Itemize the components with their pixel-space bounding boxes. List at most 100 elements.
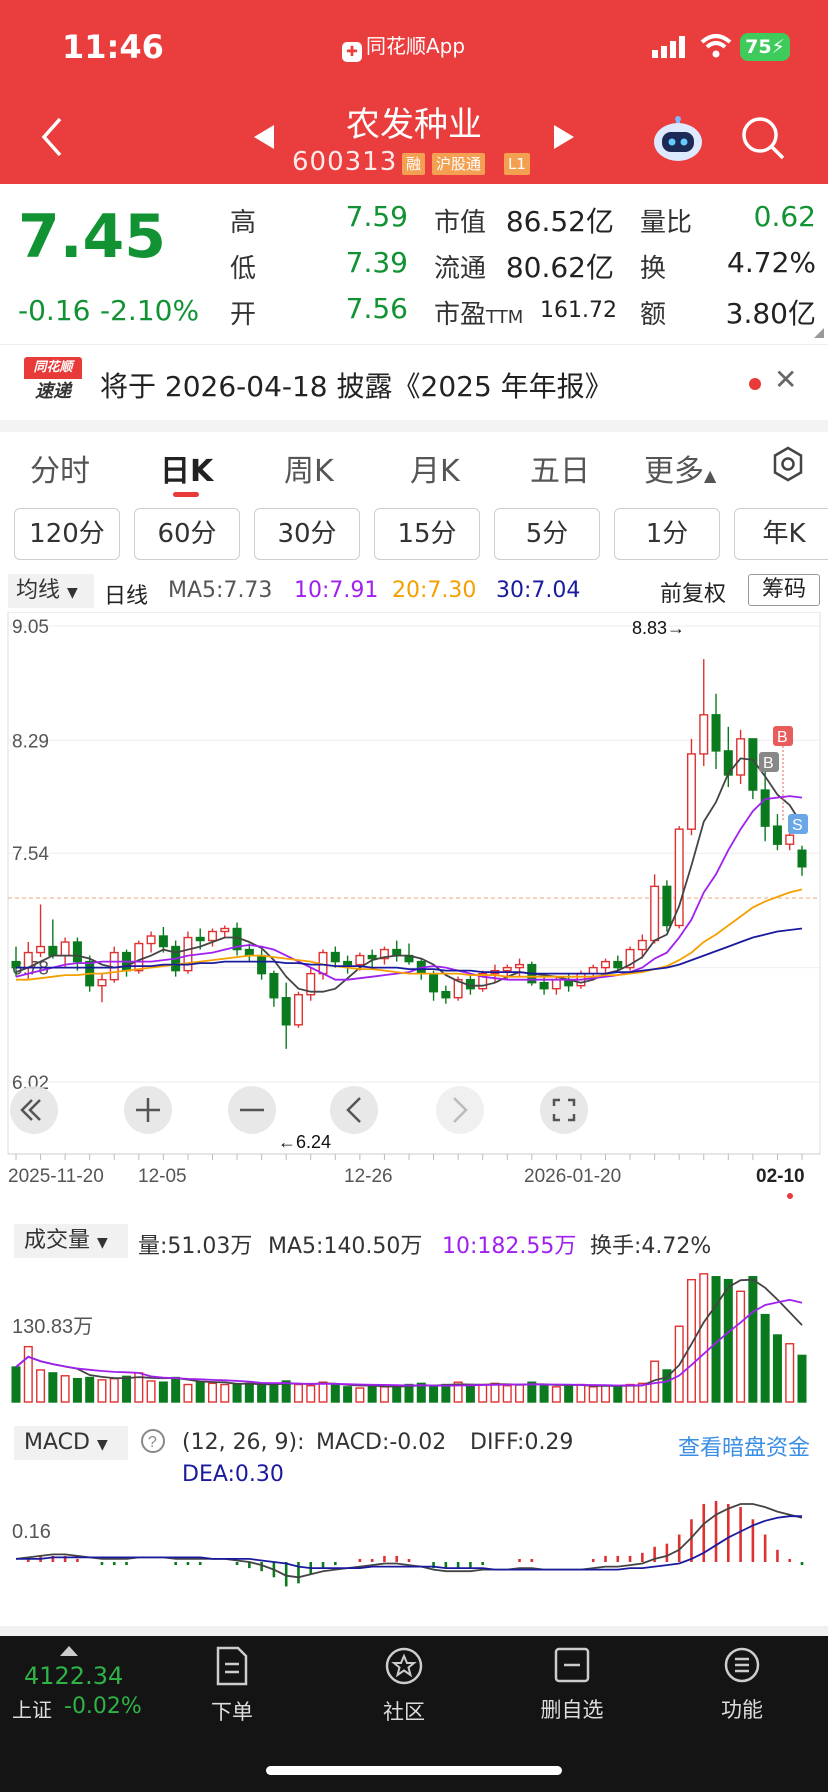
- tab-more[interactable]: 更多▲: [644, 446, 716, 490]
- pe-value: 161.72: [540, 298, 617, 323]
- dark-pool-link[interactable]: 查看暗盘资金: [678, 1430, 810, 1462]
- candle-body: [392, 948, 402, 957]
- price-tick-label: 8.29: [12, 731, 49, 752]
- candle-body: [355, 954, 365, 966]
- tab-weekly-k[interactable]: 周K: [284, 446, 334, 490]
- price-tick-label: 9.05: [12, 617, 49, 638]
- expand-index-icon[interactable]: [60, 1646, 78, 1656]
- app-indicator: ✚ 同花顺App: [342, 30, 465, 62]
- macd-params: (12, 26, 9):: [182, 1430, 305, 1455]
- volume-bar: [490, 1382, 500, 1403]
- volume-chart: 130.83万: [11, 1273, 807, 1403]
- ma10-value: 10:7.91: [294, 578, 379, 603]
- adjust-mode[interactable]: 前复权: [660, 576, 726, 608]
- volume-bar: [207, 1382, 218, 1403]
- volume-bar: [306, 1384, 316, 1403]
- candle-body: [220, 927, 230, 933]
- community-button[interactable]: 社区: [344, 1646, 464, 1726]
- amount-label: 额: [640, 300, 667, 330]
- candle-body: [772, 825, 782, 845]
- status-bar: 11:46 ✚ 同花顺App 75⚡: [0, 0, 828, 95]
- scroll-right-button[interactable]: [436, 1086, 484, 1134]
- turnover-label: 换: [640, 254, 667, 284]
- close-icon[interactable]: ✕: [774, 363, 797, 396]
- zoom-in-button[interactable]: [124, 1086, 172, 1134]
- volume-bar: [502, 1384, 512, 1403]
- volume-bar: [797, 1354, 807, 1403]
- chips-button[interactable]: 筹码: [748, 574, 820, 606]
- interval-30m-button[interactable]: 30分: [254, 508, 360, 560]
- date-tick-label: 02-10: [756, 1166, 805, 1187]
- remove-watchlist-button[interactable]: 删自选: [512, 1646, 632, 1724]
- battery-level: 75: [745, 36, 772, 58]
- interval-yearly-button[interactable]: 年K: [734, 508, 828, 560]
- volume-bar: [158, 1381, 168, 1403]
- index-value[interactable]: 4122.34: [24, 1662, 123, 1690]
- volume-bar: [257, 1384, 267, 1403]
- volume-bar: [23, 1345, 33, 1403]
- dropdown-icon: ▼: [96, 1437, 108, 1453]
- volume-bar: [171, 1376, 181, 1403]
- logo-bottom-text: 速递: [35, 381, 71, 402]
- interval-120m-button[interactable]: 120分: [14, 508, 120, 560]
- date-tick-label: 12-05: [138, 1166, 187, 1187]
- candle-body: [539, 981, 549, 990]
- back-icon[interactable]: [40, 115, 64, 159]
- next-stock-icon[interactable]: [552, 123, 576, 151]
- functions-button[interactable]: 功能: [682, 1646, 802, 1724]
- community-icon: [385, 1647, 423, 1685]
- zoom-out-all-button[interactable]: [10, 1086, 58, 1134]
- app-logo-icon: ✚: [342, 42, 362, 62]
- volume-bar: [367, 1384, 377, 1403]
- settings-icon[interactable]: [770, 446, 806, 482]
- volume-bar: [36, 1369, 46, 1403]
- interval-5m-button[interactable]: 5分: [494, 508, 600, 560]
- macd-value: MACD:-0.02: [316, 1430, 447, 1455]
- date-tick-label: 12-26: [344, 1166, 393, 1187]
- high-value: 7.59: [345, 200, 408, 233]
- buy-marker-2: B: [759, 752, 779, 772]
- previous-stock-icon[interactable]: [252, 123, 276, 151]
- interval-15m-button[interactable]: 15分: [374, 508, 480, 560]
- zoom-out-button[interactable]: [228, 1086, 276, 1134]
- tab-five-day[interactable]: 五日: [530, 446, 590, 490]
- search-icon[interactable]: [740, 115, 786, 161]
- sell-marker-label: S: [792, 817, 803, 834]
- pe-label-text: 市盈: [434, 300, 487, 330]
- dropdown-icon: ▼: [67, 585, 78, 601]
- fullscreen-button[interactable]: [540, 1086, 588, 1134]
- active-tab-indicator: [173, 492, 199, 497]
- buy-marker-2-label: B: [763, 755, 774, 772]
- interval-60m-button[interactable]: 60分: [134, 508, 240, 560]
- scroll-left-button[interactable]: [330, 1086, 378, 1134]
- candle-body: [293, 994, 303, 1026]
- candle-body: [711, 714, 721, 752]
- volume-bar: [625, 1383, 635, 1403]
- macd-select[interactable]: MACD ▼: [14, 1426, 128, 1460]
- ma5-value: MA5:7.73: [168, 578, 273, 603]
- order-button[interactable]: 下单: [172, 1646, 292, 1726]
- home-indicator[interactable]: [266, 1766, 562, 1775]
- tab-intraday[interactable]: 分时: [30, 446, 90, 490]
- logo-top-text: 同花顺: [24, 357, 82, 379]
- candlestick-chart[interactable]: 9.058.297.546.786.02 8.83→ ←6.24 B B S 2…: [0, 612, 828, 1212]
- volume-bar: [515, 1383, 525, 1403]
- candle-body: [429, 972, 439, 993]
- community-label: 社区: [383, 1700, 425, 1724]
- ai-assistant-icon[interactable]: [652, 115, 704, 163]
- interval-1m-button[interactable]: 1分: [614, 508, 720, 560]
- candle-body: [785, 834, 795, 845]
- volume-ma10: 10:182.55万: [442, 1234, 577, 1259]
- volume-select[interactable]: 成交量 ▼: [14, 1224, 128, 1258]
- clock: 11:46: [62, 28, 164, 66]
- help-icon[interactable]: ?: [140, 1428, 166, 1454]
- macd-chart: 0.16: [12, 1500, 804, 1587]
- ma-legend: 均线 ▼ 日线 MA5:7.73 10:7.91 20:7.30 30:7.04…: [0, 572, 828, 612]
- indicator-select[interactable]: 均线 ▼: [8, 574, 94, 608]
- order-label: 下单: [211, 1700, 253, 1724]
- candle-body: [686, 753, 696, 830]
- tab-monthly-k[interactable]: 月K: [410, 446, 460, 490]
- tab-daily-k[interactable]: 日K: [160, 446, 213, 490]
- notice-banner[interactable]: 同花顺 速递 将于 2026-04-18 披露《2025 年年报》 ✕: [0, 344, 828, 420]
- expand-corner-icon[interactable]: [814, 328, 824, 338]
